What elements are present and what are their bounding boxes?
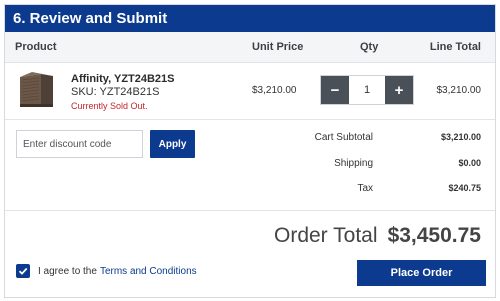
apply-discount-button[interactable]: Apply: [150, 130, 195, 158]
review-submit-panel: 6. Review and Submit Product Unit Price …: [4, 4, 496, 298]
terms-link[interactable]: Terms and Conditions: [100, 266, 197, 277]
hvac-unit-icon: [16, 68, 58, 110]
agree-checkbox[interactable]: [16, 264, 30, 278]
header-product: Product: [15, 41, 57, 53]
discount-and-subtotals: Enter discount code Apply Cart Subtotal …: [5, 120, 495, 211]
section-title: 6. Review and Submit: [13, 10, 168, 27]
quantity-stepper: − 1 +: [320, 75, 414, 105]
table-header: Product Unit Price Qty Line Total: [5, 32, 495, 63]
terms-agreement: I agree to the Terms and Conditions: [16, 264, 197, 278]
unit-price: $3,210.00: [252, 85, 297, 96]
qty-decrease-button[interactable]: −: [321, 76, 349, 104]
sold-out-status: Currently Sold Out.: [71, 101, 148, 111]
section-header: 6. Review and Submit: [5, 5, 495, 32]
line-total: $3,210.00: [436, 85, 482, 96]
product-name: Affinity, YZT24B21S: [71, 73, 175, 85]
header-qty: Qty: [360, 41, 379, 53]
product-row: Affinity, YZT24B21S SKU: YZT24B21S Curre…: [5, 63, 495, 120]
tax-value: $240.75: [448, 183, 481, 193]
cart-subtotal-label: Cart Subtotal: [314, 132, 373, 143]
order-total-label: Order Total: [274, 224, 378, 247]
agree-text: I agree to the: [38, 265, 97, 277]
checkmark-icon: [18, 267, 28, 275]
shipping-label: Shipping: [334, 158, 373, 169]
place-order-button[interactable]: Place Order: [357, 260, 486, 286]
header-line-total: Line Total: [429, 41, 481, 53]
cart-subtotal-value: $3,210.00: [440, 132, 481, 142]
discount-code-input[interactable]: Enter discount code: [16, 130, 143, 158]
product-sku: SKU: YZT24B21S: [71, 86, 160, 98]
qty-increase-button[interactable]: +: [385, 76, 413, 104]
order-footer: Order Total $3,450.75 I agree to the Ter…: [5, 211, 495, 299]
product-info: Affinity, YZT24B21S SKU: YZT24B21S Curre…: [71, 73, 175, 113]
tax-label: Tax: [357, 183, 373, 194]
shipping-value: $0.00: [458, 158, 481, 168]
order-total-value: $3,450.75: [387, 224, 481, 247]
qty-input[interactable]: 1: [349, 76, 385, 104]
header-unit-price: Unit Price: [252, 41, 304, 53]
